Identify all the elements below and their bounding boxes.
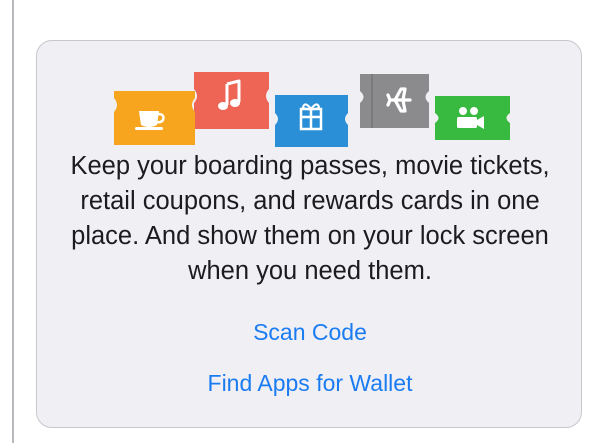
scan-code-link[interactable]: Scan Code: [37, 319, 583, 346]
airplane-icon: [360, 74, 429, 128]
pass-icons-row: [37, 41, 583, 161]
music-note-icon: [194, 72, 269, 129]
wallet-info-card: Keep your boarding passes, movie tickets…: [36, 40, 582, 428]
left-edge-divider: [12, 0, 14, 443]
movie-camera-icon: [435, 96, 510, 140]
find-apps-for-wallet-link[interactable]: Find Apps for Wallet: [37, 370, 583, 397]
gift-icon: [275, 95, 348, 147]
coffee-cup-icon: [114, 91, 195, 145]
wallet-description: Keep your boarding passes, movie tickets…: [70, 152, 550, 285]
